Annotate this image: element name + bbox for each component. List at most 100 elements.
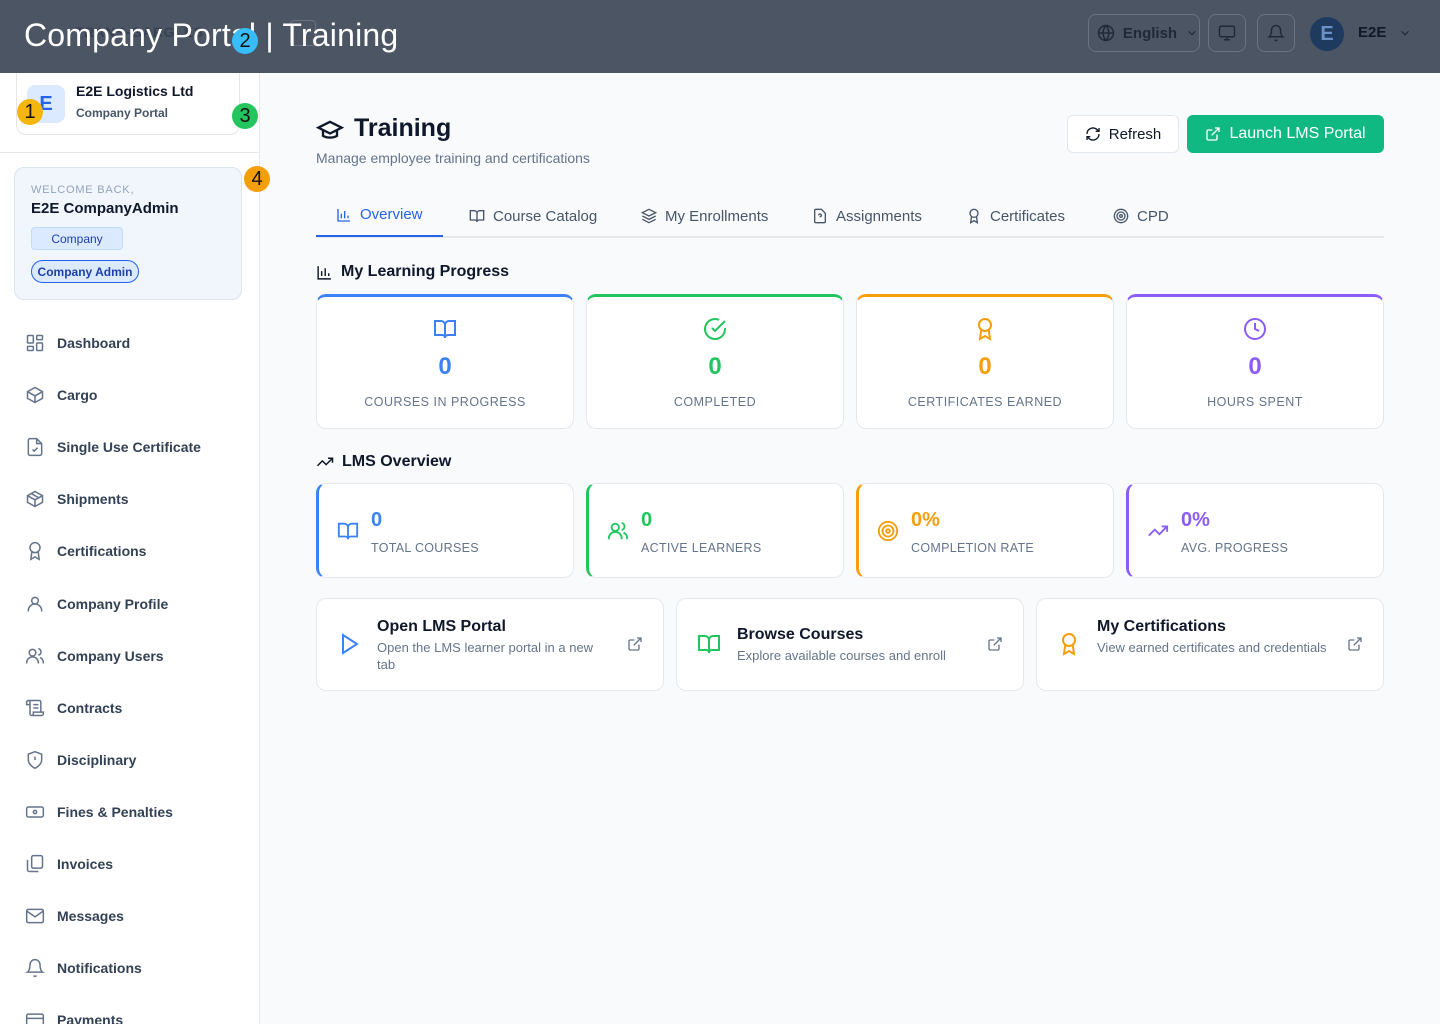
sidebar-item-label: Disciplinary — [57, 751, 137, 768]
sidebar-item-contracts[interactable]: Contracts — [0, 682, 259, 734]
lms-label: COMPLETION RATE — [911, 541, 1035, 555]
refresh-button[interactable]: Refresh — [1067, 115, 1179, 153]
book-open-icon — [469, 210, 485, 223]
notifications-button[interactable] — [1257, 14, 1295, 52]
tab-assignments[interactable]: Assignments — [812, 194, 922, 238]
shield-alert-icon — [27, 750, 43, 769]
book-open-icon — [337, 522, 359, 540]
tab-my-enrollments[interactable]: My Enrollments — [641, 194, 768, 238]
quick-action-open-lms[interactable]: Open LMS Portal Open the LMS learner por… — [316, 598, 664, 691]
stat-label: COURSES IN PROGRESS — [364, 395, 526, 409]
quick-action-title: Browse Courses — [737, 626, 864, 643]
sidebar-item-company-users[interactable]: Company Users — [0, 630, 259, 682]
sidebar-item-label: Invoices — [57, 855, 114, 872]
quick-action-title: Open LMS Portal — [377, 618, 506, 635]
lms-card-avg-progress: 0% AVG. PROGRESS — [1126, 483, 1384, 578]
tab-label: My Enrollments — [665, 207, 769, 225]
bell-icon — [1267, 24, 1285, 42]
sidebar-item-disciplinary[interactable]: Disciplinary — [0, 734, 259, 786]
sidebar-item-company-profile[interactable]: Company Profile — [0, 577, 259, 629]
chevron-down-icon — [1188, 30, 1196, 36]
quick-action-browse-courses[interactable]: Browse Courses Explore available courses… — [676, 598, 1024, 691]
quick-action-desc: Open the LMS learner portal in a new tab — [377, 640, 594, 672]
lms-label: AVG. PROGRESS — [1181, 541, 1289, 555]
book-open-icon — [698, 635, 720, 654]
sidebar-nav: Dashboard Cargo Single Use Certificate S… — [0, 317, 259, 1024]
trending-up-icon — [1148, 525, 1169, 537]
sidebar-item-fines-penalties[interactable]: Fines & Penalties — [0, 786, 259, 838]
award-icon — [1062, 633, 1076, 656]
layers-icon — [641, 208, 657, 224]
users-icon — [25, 647, 45, 664]
tab-label: Certificates — [990, 207, 1066, 225]
top-bar: TRANS-GARGLES Company Portal | Training … — [0, 0, 1440, 73]
sidebar-item-shipments[interactable]: Shipments — [0, 473, 259, 525]
lms-card-total-courses: 0 TOTAL COURSES — [316, 483, 574, 578]
welcome-label: WELCOME BACK, — [31, 184, 135, 196]
award-icon — [969, 208, 979, 224]
sidebar-item-label: Company Profile — [57, 595, 169, 612]
org-card[interactable]: E E2E Logistics Ltd Company Portal — [16, 73, 240, 135]
tab-course-catalog[interactable]: Course Catalog — [469, 194, 597, 238]
sidebar-item-certifications[interactable]: Certifications — [0, 525, 259, 577]
graduation-cap-icon — [316, 120, 344, 139]
quick-action-title: My Certifications — [1097, 618, 1226, 635]
sidebar-item-single-use-certificate[interactable]: Single Use Certificate — [0, 421, 259, 473]
sidebar-item-payments[interactable]: Payments — [0, 994, 259, 1024]
lms-value: 0 — [641, 509, 653, 531]
check-circle-icon — [704, 318, 726, 341]
sidebar-item-cargo[interactable]: Cargo — [0, 369, 259, 421]
stat-label: HOURS SPENT — [1207, 395, 1303, 409]
tab-overview[interactable]: Overview — [316, 194, 443, 237]
stat-value: 0 — [978, 353, 992, 380]
tab-label: Overview — [360, 206, 423, 223]
company-badge: Company — [31, 227, 123, 250]
stat-card-completed: 0 COMPLETED — [586, 294, 844, 429]
tab-certificates[interactable]: Certificates — [966, 194, 1065, 238]
credit-card-icon — [25, 1013, 45, 1024]
external-link-icon — [1348, 637, 1362, 651]
chevron-down-icon[interactable] — [1398, 26, 1412, 40]
launch-lms-label: Launch LMS Portal — [1229, 125, 1366, 142]
sidebar-item-label: Shipments — [57, 491, 129, 508]
display-button[interactable] — [1208, 14, 1246, 52]
user-menu-label[interactable]: E2E — [1358, 24, 1386, 41]
sidebar-item-label: Messages — [57, 908, 124, 925]
sidebar-item-dashboard[interactable]: Dashboard — [0, 317, 259, 369]
sidebar-item-messages[interactable]: Messages — [0, 890, 259, 942]
role-badge: Company Admin — [31, 260, 139, 283]
quick-action-my-certifications[interactable]: My Certifications View earned certificat… — [1036, 598, 1384, 691]
award-icon — [29, 542, 41, 562]
marker-1: 1 — [17, 99, 43, 125]
sidebar-item-label: Dashboard — [57, 335, 131, 352]
sidebar-item-notifications[interactable]: Notifications — [0, 942, 259, 994]
stat-label: COMPLETED — [673, 395, 757, 409]
external-link-icon — [1206, 127, 1221, 141]
user-icon — [27, 596, 43, 612]
package-icon — [26, 490, 44, 508]
tab-label: Course Catalog — [493, 207, 598, 225]
quick-action-desc: View earned certificates and credentials — [1097, 640, 1327, 655]
tab-cpd[interactable]: CPD — [1113, 194, 1169, 238]
globe-icon — [1097, 24, 1115, 42]
avatar[interactable]: E — [1310, 17, 1344, 51]
grid-icon — [26, 334, 44, 352]
launch-lms-button[interactable]: Launch LMS Portal — [1187, 115, 1384, 153]
tab-label: CPD — [1137, 207, 1169, 225]
trending-up-icon — [316, 457, 334, 467]
scroll-icon — [25, 699, 45, 716]
play-icon — [342, 633, 359, 655]
marker-2: 2 — [232, 28, 258, 54]
refresh-label: Refresh — [1108, 125, 1162, 143]
welcome-card: WELCOME BACK, E2E CompanyAdmin Company C… — [14, 167, 242, 300]
language-selector[interactable]: English — [1088, 14, 1200, 52]
bar-chart-icon — [337, 208, 350, 222]
sidebar-item-invoices[interactable]: Invoices — [0, 838, 259, 890]
stat-card-certificates-earned: 0 CERTIFICATES EARNED — [856, 294, 1114, 429]
bar-chart-icon — [317, 265, 331, 280]
marker-3: 3 — [232, 103, 258, 129]
copy-icon — [26, 854, 44, 873]
tab-bar: Overview Course Catalog My Enrollments A… — [316, 194, 1384, 238]
external-link-icon — [628, 637, 642, 651]
target-icon — [1113, 208, 1129, 224]
